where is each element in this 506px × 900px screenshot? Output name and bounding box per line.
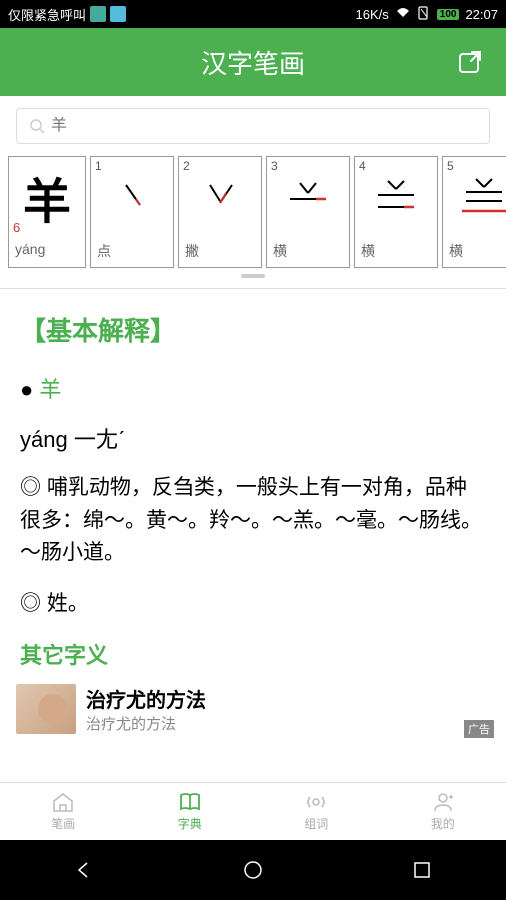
ad-banner[interactable]: 治疗尤的方法 治疗尤的方法 广告 <box>0 678 506 740</box>
stroke-card-1[interactable]: 1 点 <box>90 156 174 268</box>
stroke-card-5[interactable]: 5 横 <box>442 156 506 268</box>
clock: 22:07 <box>465 7 498 22</box>
headword: 羊 <box>39 377 61 402</box>
search-box[interactable] <box>16 108 490 144</box>
back-button[interactable] <box>69 855 99 885</box>
stroke-count: 6 <box>13 220 20 235</box>
android-nav-bar <box>0 840 506 900</box>
stroke-card-3[interactable]: 3 横 <box>266 156 350 268</box>
search-input[interactable] <box>51 117 477 135</box>
search-icon <box>29 118 45 134</box>
main-pinyin: yáng <box>9 237 85 263</box>
battery-badge: 100 <box>437 9 460 20</box>
content-area: 【基本解释】 ● 羊 yáng 一尢ˊ ◎ 哺乳动物，反刍类，一般头上有一对角，… <box>0 293 506 678</box>
app-icon-1 <box>90 6 106 22</box>
ad-title: 治疗尤的方法 <box>86 684 490 713</box>
status-bar: 仅限紧急呼叫 16K/s 100 22:07 <box>0 0 506 28</box>
home-icon <box>50 791 76 813</box>
tab-bihua[interactable]: 笔画 <box>0 783 127 840</box>
page-title: 汉字笔画 <box>201 44 305 81</box>
app-header: 汉字笔画 <box>0 28 506 96</box>
stroke-name: 横 <box>267 237 349 267</box>
stroke-name: 撇 <box>179 237 261 267</box>
tab-label: 我的 <box>431 815 455 832</box>
section-title: 【基本解释】 <box>20 311 486 348</box>
search-container <box>0 96 506 156</box>
scroll-indicator <box>0 268 506 284</box>
strokes-row[interactable]: 羊 6 yáng 1 点 2 撇 3 横 4 横 5 横 <box>0 156 506 268</box>
book-icon <box>177 791 203 813</box>
person-icon <box>430 791 456 813</box>
ad-image <box>16 684 76 734</box>
stroke-name: 横 <box>355 237 437 267</box>
definition-2: ◎ 姓。 <box>20 588 486 621</box>
stroke-name: 点 <box>91 237 173 267</box>
recent-button[interactable] <box>407 855 437 885</box>
main-character: 羊 <box>23 162 71 232</box>
stroke-card-2[interactable]: 2 撇 <box>178 156 262 268</box>
stroke-card-4[interactable]: 4 横 <box>354 156 438 268</box>
network-speed: 16K/s <box>356 7 389 22</box>
ad-badge: 广告 <box>464 720 494 738</box>
stroke-name: 横 <box>443 237 506 267</box>
tab-label: 笔画 <box>51 815 75 832</box>
ad-subtitle: 治疗尤的方法 <box>86 713 490 734</box>
app-icon-2 <box>110 6 126 22</box>
tab-label: 组词 <box>304 815 328 832</box>
share-button[interactable] <box>454 46 486 78</box>
sub-section-title: 其它字义 <box>20 638 486 670</box>
tab-bar: 笔画 字典 组词 我的 <box>0 782 506 840</box>
tab-zidian[interactable]: 字典 <box>127 783 254 840</box>
divider <box>0 288 506 289</box>
headword-line: ● 羊 <box>20 372 486 404</box>
broadcast-icon <box>303 791 329 813</box>
status-text: 仅限紧急呼叫 <box>8 5 86 24</box>
tab-zuci[interactable]: 组词 <box>253 783 380 840</box>
definition-1: ◎ 哺乳动物，反刍类，一般头上有一对角，品种很多：绵～。黄～。羚～。～羔。～毫。… <box>20 472 486 570</box>
sim-icon <box>417 6 431 23</box>
wifi-icon <box>395 7 411 22</box>
stroke-card-main[interactable]: 羊 6 yáng <box>8 156 86 268</box>
tab-wode[interactable]: 我的 <box>380 783 506 840</box>
pinyin-line: yáng 一尢ˊ <box>20 422 486 454</box>
home-button[interactable] <box>238 855 268 885</box>
tab-label: 字典 <box>178 815 202 832</box>
